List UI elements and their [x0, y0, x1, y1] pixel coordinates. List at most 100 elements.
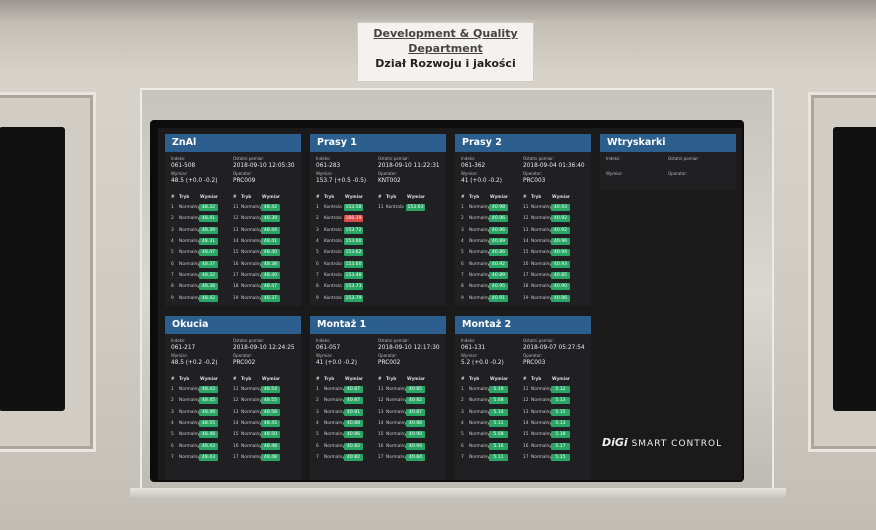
measurement-badge: 40.88: [344, 420, 363, 428]
col-meas-header: Wymiar: [261, 376, 280, 381]
row-mode: Normalny: [179, 250, 200, 256]
index-value: 061-283: [316, 163, 341, 169]
row-mode: Normalny: [179, 421, 200, 427]
measurement-badge: 5.14: [489, 408, 508, 416]
row-mode: Normalny: [241, 409, 262, 415]
table-row: 12 Normalny 5.13: [523, 395, 585, 406]
col-meas-header: Wymiar: [406, 194, 425, 199]
measurement-badge: 40.96: [551, 238, 570, 246]
row-mode: Normalny: [241, 239, 262, 245]
col-num-header: #: [316, 376, 320, 381]
row-mode: Kontrola: [324, 295, 342, 301]
panel-info: Indeks: 061-362 Wymiar: 41 (+0.0 -0.2) Ostat…: [455, 152, 591, 192]
table-row: 14 Normalny 40.96: [523, 236, 585, 247]
row-number: 15: [233, 250, 239, 256]
panel-6: Montaż 2 Indeks: 061-131 Wymiar: 5.2 (+0.0 -…: [455, 316, 591, 480]
measurement-badge: 40.84: [406, 453, 425, 461]
row-mode: Normalny: [241, 432, 262, 438]
column-left: 1 Normalny 5.19 2 Normalny 5.08 3 Normalny 5.14 4…: [461, 384, 523, 463]
table-row: 20Normalny40.89: [523, 304, 585, 306]
table-row: 12 Normalny 40.82: [378, 395, 440, 406]
measurement-badge: 40.90: [406, 431, 425, 439]
row-number: 7: [461, 272, 464, 278]
left-display-cabinet: [0, 92, 96, 452]
measurement-badge: 5.18: [551, 431, 570, 439]
row-mode: Kontrola: [324, 284, 342, 290]
measurement-badge: 40.82: [344, 453, 363, 461]
logo-product: SMART CONTROL: [631, 439, 723, 449]
row-mode: Normalny: [469, 227, 490, 233]
row-number: 13: [523, 409, 529, 415]
operator-value: PRC002: [378, 360, 401, 366]
row-mode: Normalny: [324, 387, 345, 393]
operator-value: PRC003: [523, 360, 546, 366]
measurement-badge: 48.44: [261, 226, 280, 234]
row-number: 5: [171, 250, 174, 256]
measurement-badge: 48.38: [199, 283, 218, 291]
measurement-badge: 40.92: [551, 215, 570, 223]
row-mode: Normalny: [531, 295, 552, 301]
row-number: 3: [316, 227, 319, 233]
table-row: 2 Kontrola 166.19: [316, 213, 378, 224]
table-row: 10Normalny48.43: [171, 304, 233, 306]
row-number: 12: [233, 216, 239, 222]
measurement-badge: 48.37: [199, 260, 218, 268]
table-row: 11 Kontrola 153.63: [378, 202, 440, 213]
measurement-badge: 40.92: [551, 226, 570, 234]
operator-value: PRC009: [233, 178, 256, 184]
row-mode: Normalny: [531, 205, 552, 211]
row-number: 1: [316, 387, 319, 393]
table-row: 9 Normalny 48.42: [171, 292, 233, 303]
col-meas-header: Wymiar: [489, 194, 508, 199]
index-value: 061-217: [171, 345, 196, 351]
operator-value: KNT002: [378, 178, 401, 184]
table-header: # Tryb Wymiar # Tryb Wymiar: [455, 374, 591, 384]
row-mode: Normalny: [241, 443, 262, 449]
table-row: 20Normalny48.42: [233, 304, 295, 306]
panel-0: ZnAl Indeks: 061-508 Wymiar: 48.5 (+0.0 -0.2…: [165, 134, 301, 306]
row-mode: Normalny: [241, 250, 262, 256]
measurement-badge: 153.79: [344, 294, 363, 302]
table-row: 9 Normalny 40.91: [461, 292, 523, 303]
measurement-badge: 40.96: [489, 215, 508, 223]
last-value: 2018-09-04 01:36:40: [523, 163, 585, 169]
row-number: 16: [233, 443, 239, 449]
row-number: 14: [523, 239, 529, 245]
measurement-badge: 40.96: [489, 226, 508, 234]
row-number: 2: [171, 216, 174, 222]
operator-value: [668, 177, 730, 186]
row-mode: Normalny: [241, 227, 262, 233]
measurement-badge: 153.48: [344, 271, 363, 279]
row-mode: Normalny: [241, 216, 262, 222]
last-value: 2018-09-10 12:24:25: [233, 345, 295, 351]
row-mode: Normalny: [179, 205, 200, 211]
panel-5: Montaż 1 Indeks: 061-057 Wymiar: 41 (+0.0 -0…: [310, 316, 446, 480]
measurement-badge: 48.45: [199, 397, 218, 405]
row-number: 9: [171, 295, 174, 301]
table-row: 13 Normalny 48.44: [233, 225, 295, 236]
row-number: 17: [378, 454, 384, 460]
row-number: 5: [316, 250, 319, 256]
row-number: 4: [171, 421, 174, 427]
table-row: 15 Normalny 48.40: [233, 247, 295, 258]
row-number: 1: [461, 205, 464, 211]
table-row: 4 Normalny 48.31: [171, 236, 233, 247]
panel-info: Indeks: 061-283 Wymiar: 153.7 (+0.5 -0.5) Os…: [310, 152, 446, 192]
last-value: 2018-09-07 05:27:54: [523, 345, 585, 351]
row-mode: Normalny: [179, 387, 200, 393]
panel-info: Indeks: 061-217 Wymiar: 48.5 (+0.2 -0.2) Ost…: [165, 334, 301, 374]
panel-3: Wtryskarki Indeks: Wymiar: Ostatni pomiar: O…: [600, 134, 736, 190]
row-mode: Normalny: [324, 421, 345, 427]
row-number: 16: [378, 443, 384, 449]
table-row: 10Kontrola153.59: [316, 304, 378, 306]
table-row: 16 Normalny 40.94: [378, 440, 440, 451]
row-number: 2: [316, 398, 319, 404]
row-number: 14: [523, 421, 529, 427]
col-meas-header: Wymiar: [261, 194, 280, 199]
table-row: 13 Normalny 40.92: [523, 225, 585, 236]
row-number: 9: [461, 295, 464, 301]
measurement-badge: 48.54: [261, 386, 280, 394]
table-row: 14 Normalny 5.13: [523, 418, 585, 429]
table-row: 12 Normalny 48.55: [233, 395, 295, 406]
panel-title: Montaż 1: [310, 316, 446, 334]
